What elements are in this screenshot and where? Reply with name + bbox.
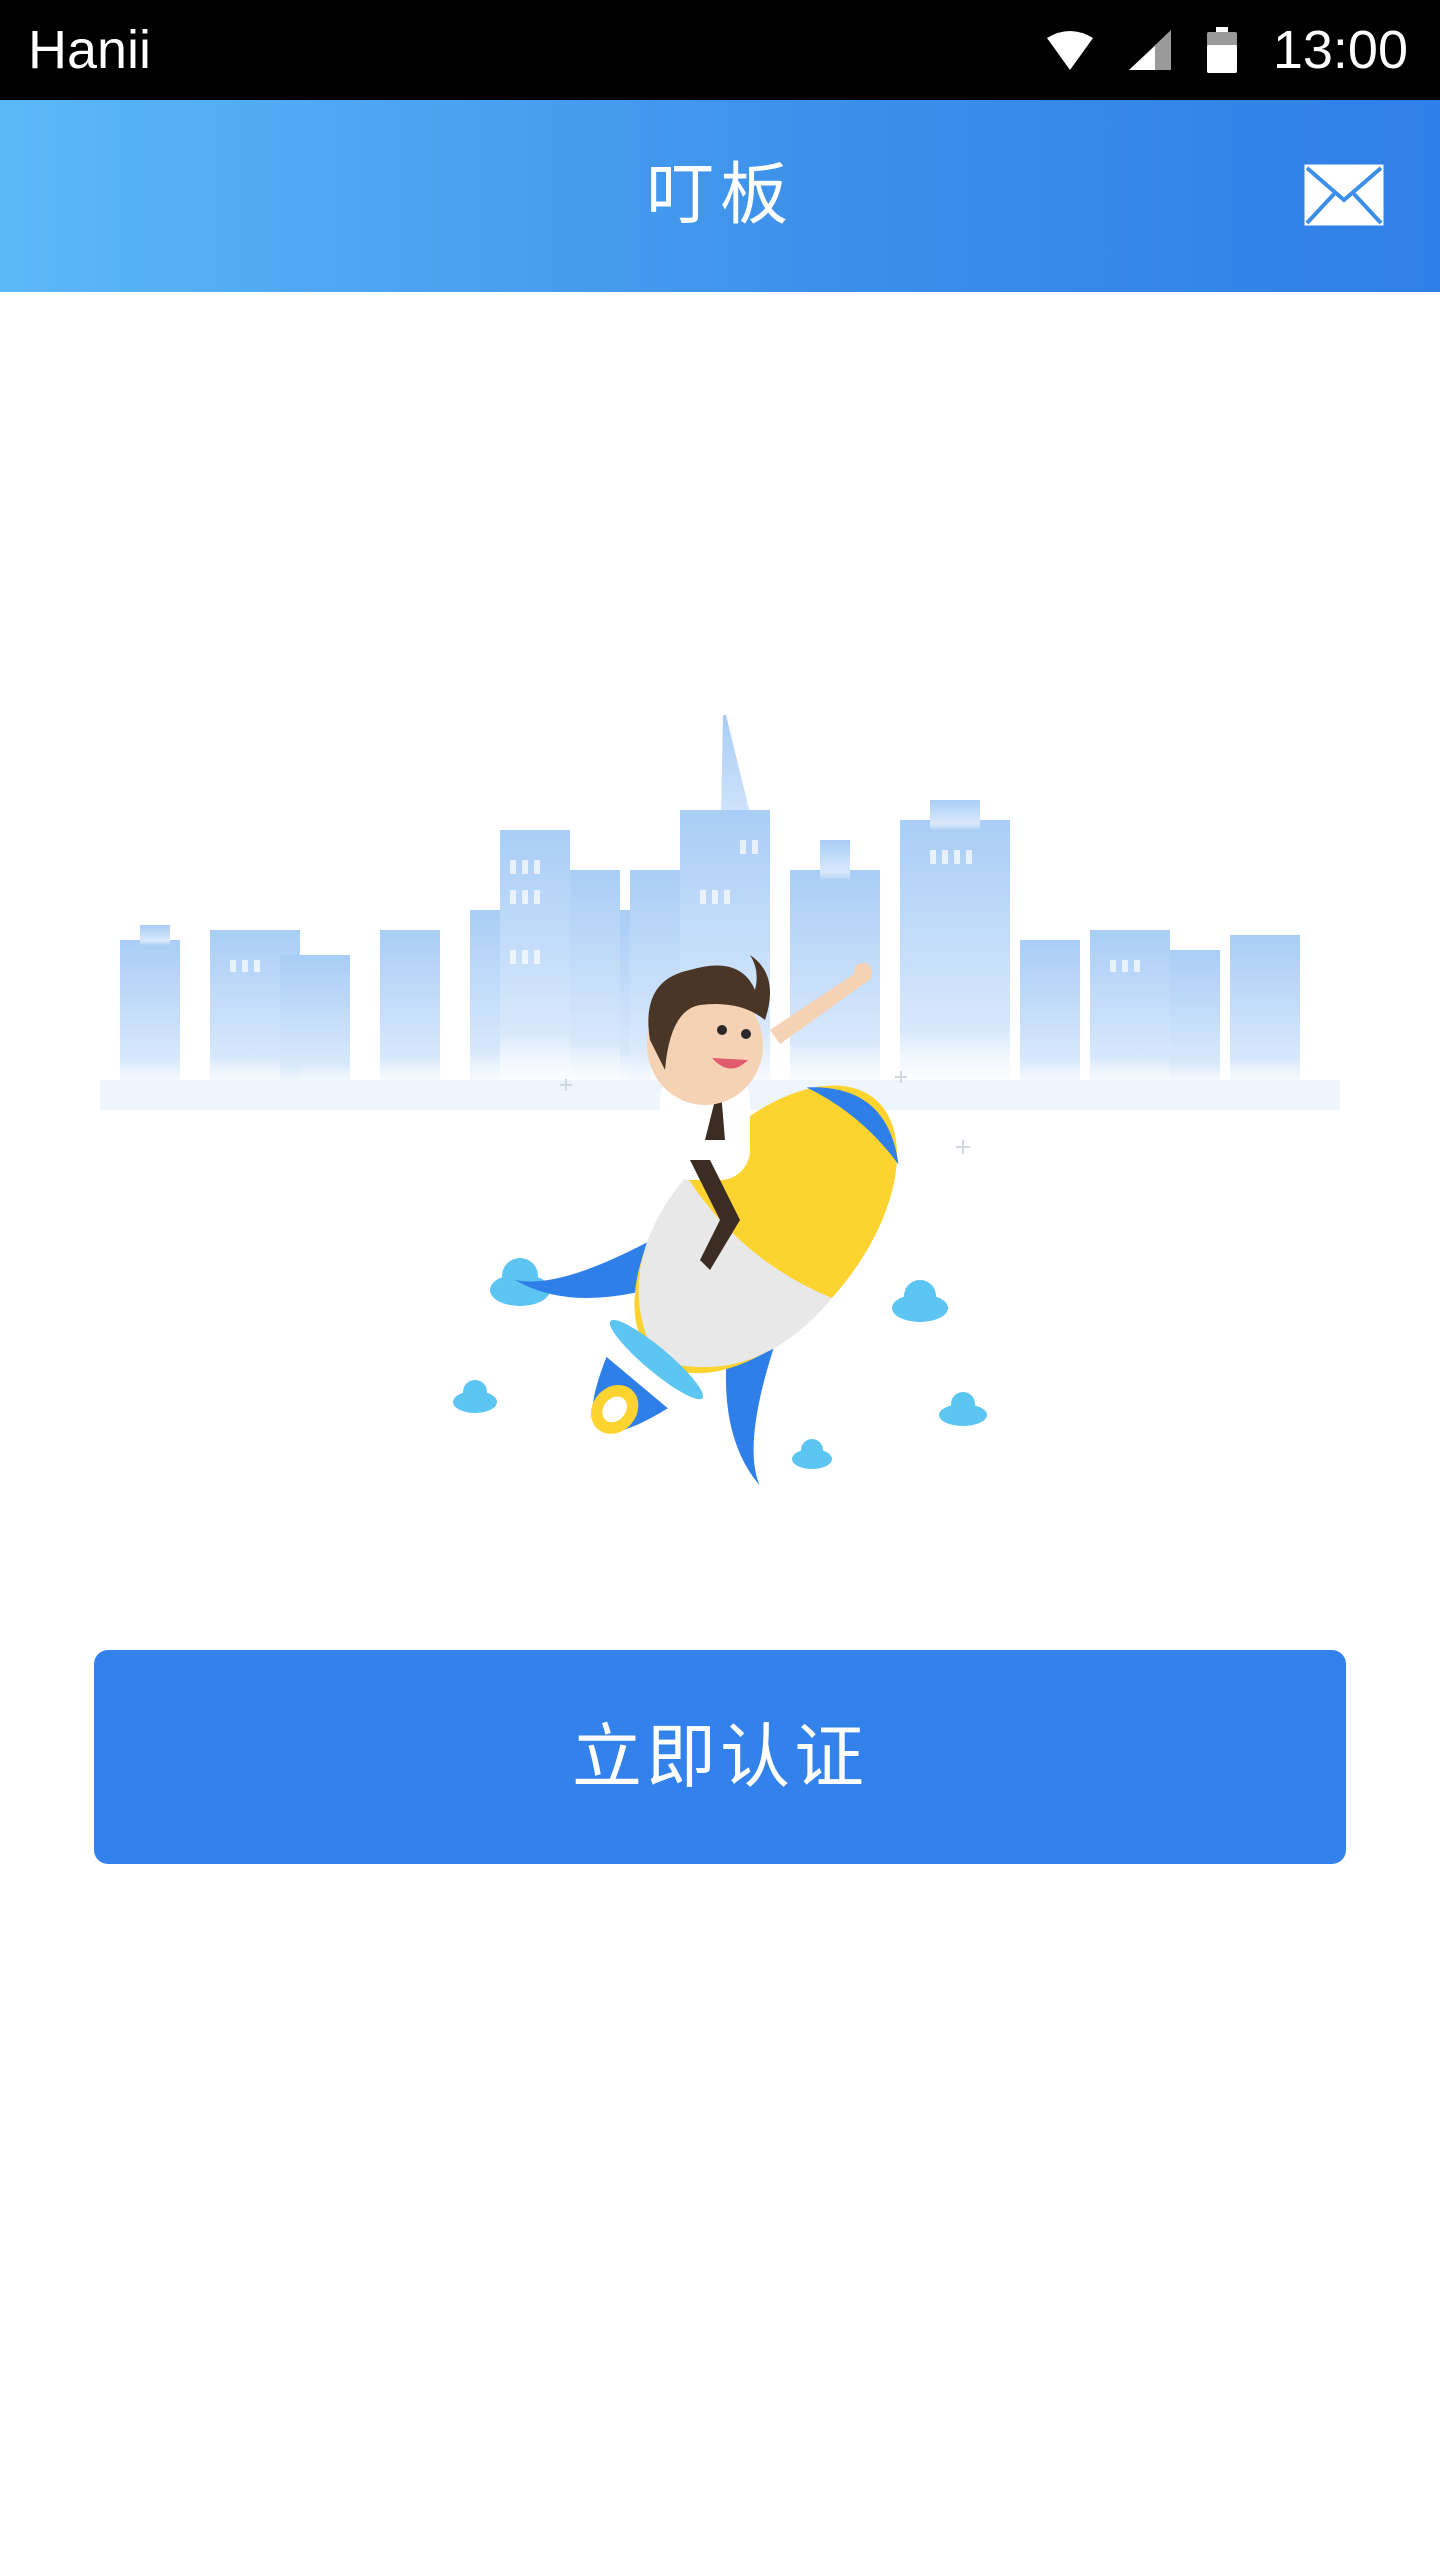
app-bar: 叮板 xyxy=(0,100,1440,292)
status-bar: Hanii 13:00 xyxy=(0,0,1440,100)
wifi-icon xyxy=(1046,31,1093,70)
status-indicators: 13:00 xyxy=(1046,14,1408,86)
mail-icon xyxy=(1304,164,1384,226)
clock: 13:00 xyxy=(1272,20,1408,80)
cellular-signal-icon xyxy=(1128,30,1171,70)
battery-icon xyxy=(1206,27,1237,73)
hero-illustration xyxy=(100,715,1340,1486)
page-title: 叮板 xyxy=(645,156,794,235)
verify-now-button[interactable]: 立即认证 xyxy=(94,1650,1346,1864)
carrier-name: Hanii xyxy=(28,20,152,80)
messages-button[interactable] xyxy=(1304,160,1384,232)
